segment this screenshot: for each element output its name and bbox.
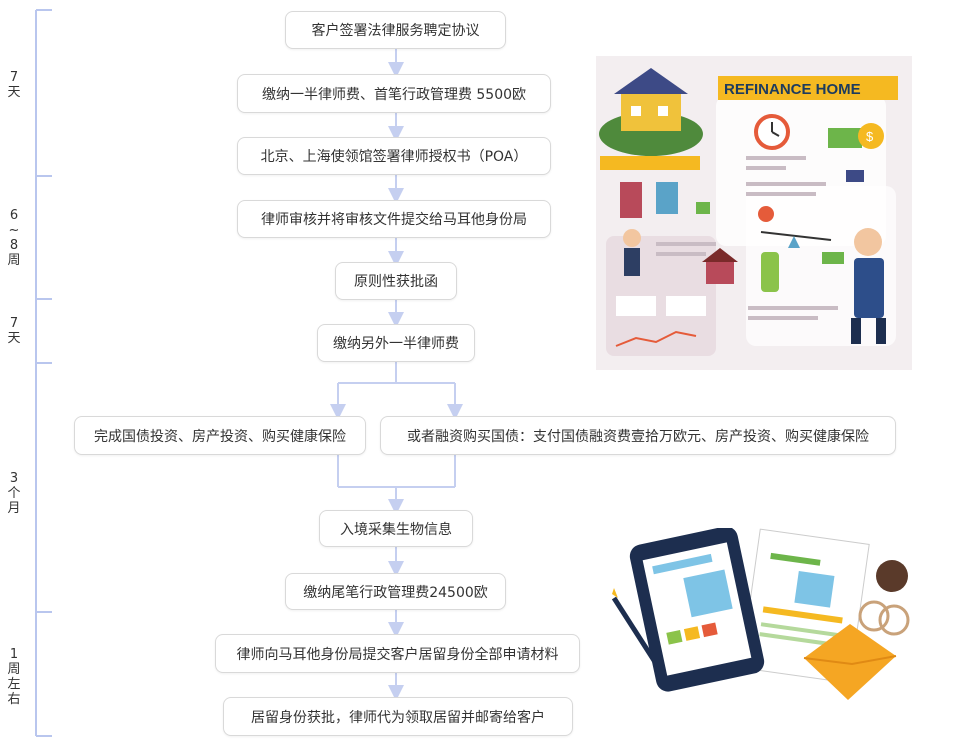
step-sign-agreement: 客户签署法律服务聘定协议 [285, 11, 506, 49]
step-lawyer-review: 律师审核并将审核文件提交给马耳他身份局 [237, 200, 551, 238]
phase-char: 周 [7, 253, 21, 268]
phase-char: 天 [7, 331, 21, 346]
phase-char: 个 [7, 486, 21, 501]
phase-char: 6 [9, 208, 19, 223]
step-pay-final-admin-fee: 缴纳尾笔行政管理费24500欧 [285, 573, 506, 610]
phase-char: 8 [9, 238, 19, 253]
phase-label-1-week: 1 周 左 右 [4, 647, 24, 707]
documents-illustration [604, 526, 916, 712]
refinance-illustration: REFINANCE HOME $ [596, 56, 912, 370]
svg-text:$: $ [866, 129, 874, 144]
step-approval-letter: 原则性获批函 [335, 262, 457, 300]
step-residence-approved: 居留身份获批，律师代为领取居留并邮寄给客户 [223, 697, 573, 736]
phase-label-7-days: 7 天 [4, 70, 24, 100]
phase-char: 7 [9, 70, 19, 85]
banner-text: REFINANCE HOME [724, 81, 861, 98]
timeline [35, 9, 52, 737]
step-invest-option-b: 或者融资购买国债：支付国债融资费壹拾万欧元、房产投资、购买健康保险 [380, 416, 896, 455]
step-sign-poa: 北京、上海使领馆签署律师授权书（POA） [237, 137, 551, 175]
phase-char: ~ [8, 223, 20, 238]
phase-char: 天 [7, 85, 21, 100]
step-submit-application: 律师向马耳他身份局提交客户居留身份全部申请材料 [215, 634, 580, 673]
coffee-cup-icon [858, 560, 910, 636]
phase-char: 1 [9, 647, 19, 662]
step-invest-option-a: 完成国债投资、房产投资、购买健康保险 [74, 416, 366, 455]
step-biometrics: 入境采集生物信息 [319, 510, 473, 547]
step-pay-half-fee: 缴纳一半律师费、首笔行政管理费 5500欧 [237, 74, 551, 113]
clock-icon [754, 114, 790, 150]
phase-label-7-days-2: 7 天 [4, 316, 24, 346]
phase-char: 右 [7, 692, 21, 707]
phase-char: 周 [7, 662, 21, 677]
phase-char: 月 [7, 501, 21, 516]
phase-char: 左 [7, 677, 21, 692]
phase-label-6-8-weeks: 6 ~ 8 周 [4, 208, 24, 268]
tablet-icon [629, 526, 765, 692]
phase-char: 3 [9, 471, 19, 486]
phase-label-3-months: 3 个 月 [4, 471, 24, 516]
step-pay-remaining-fee: 缴纳另外一半律师费 [317, 324, 475, 362]
phase-char: 7 [9, 316, 19, 331]
refinance-banner: REFINANCE HOME [718, 76, 898, 100]
